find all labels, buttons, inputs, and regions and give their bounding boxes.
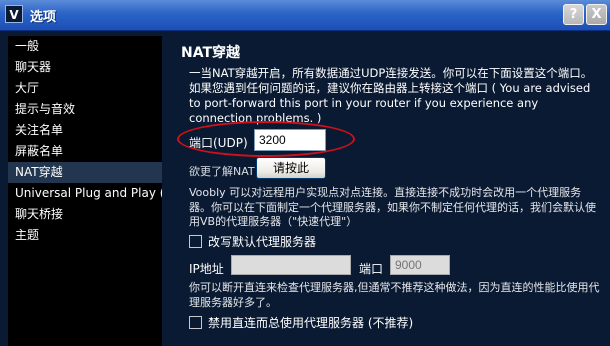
click-here-button[interactable]: 请按此 [256, 157, 326, 179]
sidebar-item-general[interactable]: 一般 [8, 36, 162, 57]
disable-direct-label: 禁用直连而总使用代理服务器 (不推荐) [208, 316, 414, 330]
proxy-description: Voobly 可以对远程用户实现点对点连接。直接连接不成功时会改用一个代理服务器… [189, 186, 596, 228]
sidebar-item-lobby[interactable]: 大厅 [8, 78, 162, 99]
nat-description: 一当NAT穿越开启，所有数据通过UDP连接发送。你可以在下面设置这个端口。如果您… [189, 66, 593, 125]
help-button[interactable]: ? [563, 4, 584, 25]
options-window: V 选项 ? X 一般 聊天器 大厅 提示与音效 关注名单 屏蔽名单 NAT穿越… [0, 0, 610, 346]
disable-direct-row[interactable]: 禁用直连而总使用代理服务器 (不推荐) [189, 314, 413, 330]
sidebar-item-block-list[interactable]: 屏蔽名单 [8, 141, 162, 162]
ip-address-label: IP地址 [189, 262, 224, 276]
ip-address-input[interactable] [231, 255, 351, 275]
sidebar-item-notifications[interactable]: 提示与音效 [8, 99, 162, 120]
sidebar-item-chat-bridge[interactable]: 聊天桥接 [8, 204, 162, 225]
override-proxy-checkbox[interactable] [189, 235, 202, 248]
section-title: NAT穿越 [181, 45, 241, 61]
window-title: 选项 [30, 10, 57, 25]
sidebar: 一般 聊天器 大厅 提示与音效 关注名单 屏蔽名单 NAT穿越 Universa… [8, 36, 162, 346]
sidebar-item-nat[interactable]: NAT穿越 [8, 162, 162, 183]
override-proxy-row[interactable]: 改写默认代理服务器 [189, 233, 316, 249]
sidebar-item-watch-list[interactable]: 关注名单 [8, 120, 162, 141]
direct-connection-description: 你可以断开直连来检查代理服务器,但通常不推荐这种做法，因为直连的性能比使用代理服… [189, 281, 600, 309]
udp-port-input[interactable] [254, 129, 326, 151]
disable-direct-checkbox[interactable] [189, 316, 202, 329]
nat-settings-panel: NAT穿越 一当NAT穿越开启，所有数据通过UDP连接发送。你可以在下面设置这个… [162, 36, 610, 346]
udp-port-label: 端口(UDP) [189, 136, 248, 150]
sidebar-item-chat[interactable]: 聊天器 [8, 57, 162, 78]
sidebar-item-upnp[interactable]: Universal Plug and Play ( UPnP ) [8, 183, 162, 204]
sidebar-item-theme[interactable]: 主题 [8, 225, 162, 246]
nat-learn-label: 欲更了解NAT [189, 165, 255, 178]
voobly-logo-icon: V [5, 5, 23, 23]
close-button[interactable]: X [586, 4, 607, 25]
title-bar[interactable]: V 选项 ? X [0, 0, 610, 31]
override-proxy-label: 改写默认代理服务器 [208, 235, 317, 249]
proxy-port-input[interactable] [390, 255, 450, 275]
proxy-port-label: 端口 [359, 262, 384, 276]
